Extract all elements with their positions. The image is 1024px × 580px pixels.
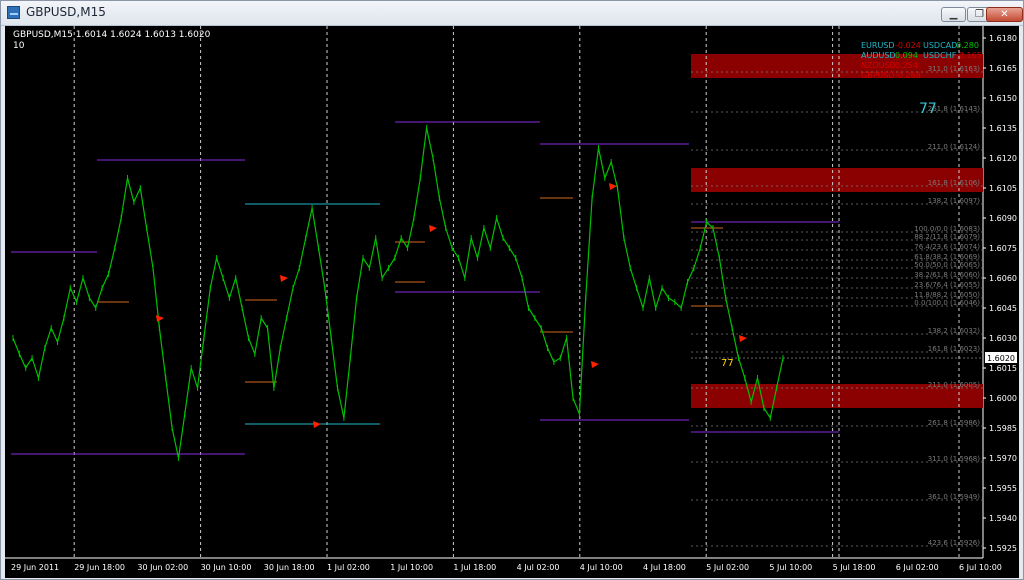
price-tick-label: 1.6060: [989, 274, 1017, 283]
fibonacci-level-label: 23.6/76.4 (1.6055): [914, 281, 980, 289]
price-tick-label: 1.6120: [989, 154, 1017, 163]
fibonacci-level-label: 211.0 (1.6005): [928, 381, 980, 389]
time-tick-label: 4 Jul 02:00: [517, 563, 560, 572]
panel-symbol: USDCAD: [923, 41, 957, 50]
signal-arrow-icon: [609, 183, 617, 190]
price-tick-label: 1.6165: [989, 64, 1017, 73]
fibonacci-level-label: 50.0/50.0 (1.6065): [914, 261, 980, 269]
time-tick-label: 5 Jul 02:00: [706, 563, 749, 572]
minimize-button[interactable]: ▁: [941, 7, 966, 22]
price-tick-label: 1.5985: [989, 424, 1017, 433]
fibonacci-level-label: 311.0 (1.6163): [928, 65, 980, 73]
panel-symbol: AUDUSD: [861, 51, 896, 60]
close-button[interactable]: ✕: [986, 7, 1023, 22]
symbol-line: GBPUSD,M15 1.6014 1.6024 1.6013 1.6020: [13, 30, 211, 40]
panel-value: -0.165: [956, 51, 982, 60]
time-tick-label: 1 Jul 02:00: [327, 563, 370, 572]
price-tick-label: 1.5940: [989, 514, 1017, 523]
current-price-label: 1.6020: [987, 354, 1015, 363]
time-tick-label: 30 Jun 18:00: [264, 563, 315, 572]
fibonacci-level-label: 261.8 (1.5986): [928, 419, 980, 427]
price-tick-label: 1.5955: [989, 484, 1017, 493]
time-tick-label: 6 Jul 02:00: [896, 563, 939, 572]
fibonacci-level-label: 161.8 (1.6023): [928, 345, 980, 353]
fibonacci-level-label: 38.2/61.8 (1.6060): [914, 271, 980, 279]
time-tick-label: 6 Jul 10:00: [959, 563, 1002, 572]
chart-app-icon: [7, 6, 20, 19]
sub-line: 10: [13, 41, 25, 51]
fibonacci-level-label: 311.0 (1.5968): [928, 455, 980, 463]
fibonacci-level-label: 76.4/23.6 (1.6074): [914, 243, 980, 251]
title-bar[interactable]: GBPUSD,M15 ▁ ❐ ✕: [1, 1, 1023, 26]
panel-value: -0.024: [895, 41, 921, 50]
time-tick-label: 5 Jul 10:00: [769, 563, 812, 572]
chart-window: GBPUSD,M15 ▁ ❐ ✕ 311.0 (1.6163) 261.8 (1.…: [0, 0, 1024, 580]
fibonacci-level-label: 211.0 (1.6124): [928, 143, 980, 151]
time-tick-label: 1 Jul 18:00: [453, 563, 496, 572]
signal-arrow-icon: [156, 315, 164, 322]
signal-arrow-icon: [591, 361, 599, 368]
price-chart[interactable]: 311.0 (1.6163) 261.8 (1.6143) 211.0 (1.612…: [5, 26, 1019, 578]
panel-value: -0.268: [895, 71, 921, 80]
signal-arrow-icon: [739, 335, 747, 342]
time-tick-label: 29 Jun 2011: [11, 563, 59, 572]
fibonacci-level-label: 138.2 (1.6032): [928, 327, 980, 335]
price-tick-label: 1.6075: [989, 244, 1017, 253]
annotation-big-number: 77: [919, 101, 937, 117]
signal-arrow-icon: [313, 421, 321, 428]
time-tick-label: 30 Jun 02:00: [137, 563, 188, 572]
fibonacci-level-label: 138.2 (1.6097): [928, 197, 980, 205]
price-series-line: [12, 127, 784, 459]
panel-symbol: USDCHF: [923, 51, 957, 60]
time-tick-label: 29 Jun 18:00: [74, 563, 125, 572]
price-tick-label: 1.6090: [989, 214, 1017, 223]
price-tick-label: 1.6105: [989, 184, 1017, 193]
panel-symbol: EURUSD: [861, 41, 895, 50]
price-tick-label: 1.6030: [989, 334, 1017, 343]
time-tick-label: 30 Jun 10:00: [201, 563, 252, 572]
fibonacci-level-label: 361.0 (1.5949): [928, 493, 980, 501]
panel-symbol: GBPUSD: [861, 71, 895, 80]
signal-arrow-icon: [280, 275, 288, 282]
panel-value: 0.094: [895, 51, 918, 60]
time-tick-label: 4 Jul 10:00: [580, 563, 623, 572]
panel-value: 0.280: [956, 41, 979, 50]
panel-symbol: NZDUSD: [861, 61, 896, 70]
time-tick-label: 4 Jul 18:00: [643, 563, 686, 572]
price-tick-label: 1.6000: [989, 394, 1017, 403]
fibonacci-level-label: 11.8/88.2 (1.6050): [914, 291, 980, 299]
price-tick-label: 1.6150: [989, 94, 1017, 103]
fibonacci-level-label: 100.0/0.0 (1.6083): [914, 225, 980, 233]
fibonacci-level-label: 61.8/38.2 (1.6069): [914, 253, 980, 261]
fibonacci-level-label: 423.6 (1.5926): [928, 539, 980, 547]
time-tick-label: 5 Jul 18:00: [833, 563, 876, 572]
price-tick-label: 1.6180: [989, 34, 1017, 43]
price-tick-label: 1.6015: [989, 364, 1017, 373]
signal-arrow-icon: [429, 225, 437, 232]
price-tick-label: 1.6045: [989, 304, 1017, 313]
time-tick-label: 1 Jul 10:00: [390, 563, 433, 572]
price-tick-label: 1.5970: [989, 454, 1017, 463]
annotation-small-number: 77: [721, 358, 734, 369]
price-tick-label: 1.5925: [989, 544, 1017, 553]
window-title: GBPUSD,M15: [26, 5, 106, 19]
panel-value: 0.254: [895, 61, 918, 70]
fibonacci-level-label: 161.8 (1.6106): [928, 179, 980, 187]
fibonacci-level-label: 88.2/11.8 (1.6079): [914, 233, 980, 241]
price-tick-label: 1.6135: [989, 124, 1017, 133]
price-chart-svg: 311.0 (1.6163)261.8 (1.6143)211.0 (1.612…: [5, 26, 1017, 572]
fibonacci-level-label: 0.0/100.0 (1.6046): [914, 299, 980, 307]
